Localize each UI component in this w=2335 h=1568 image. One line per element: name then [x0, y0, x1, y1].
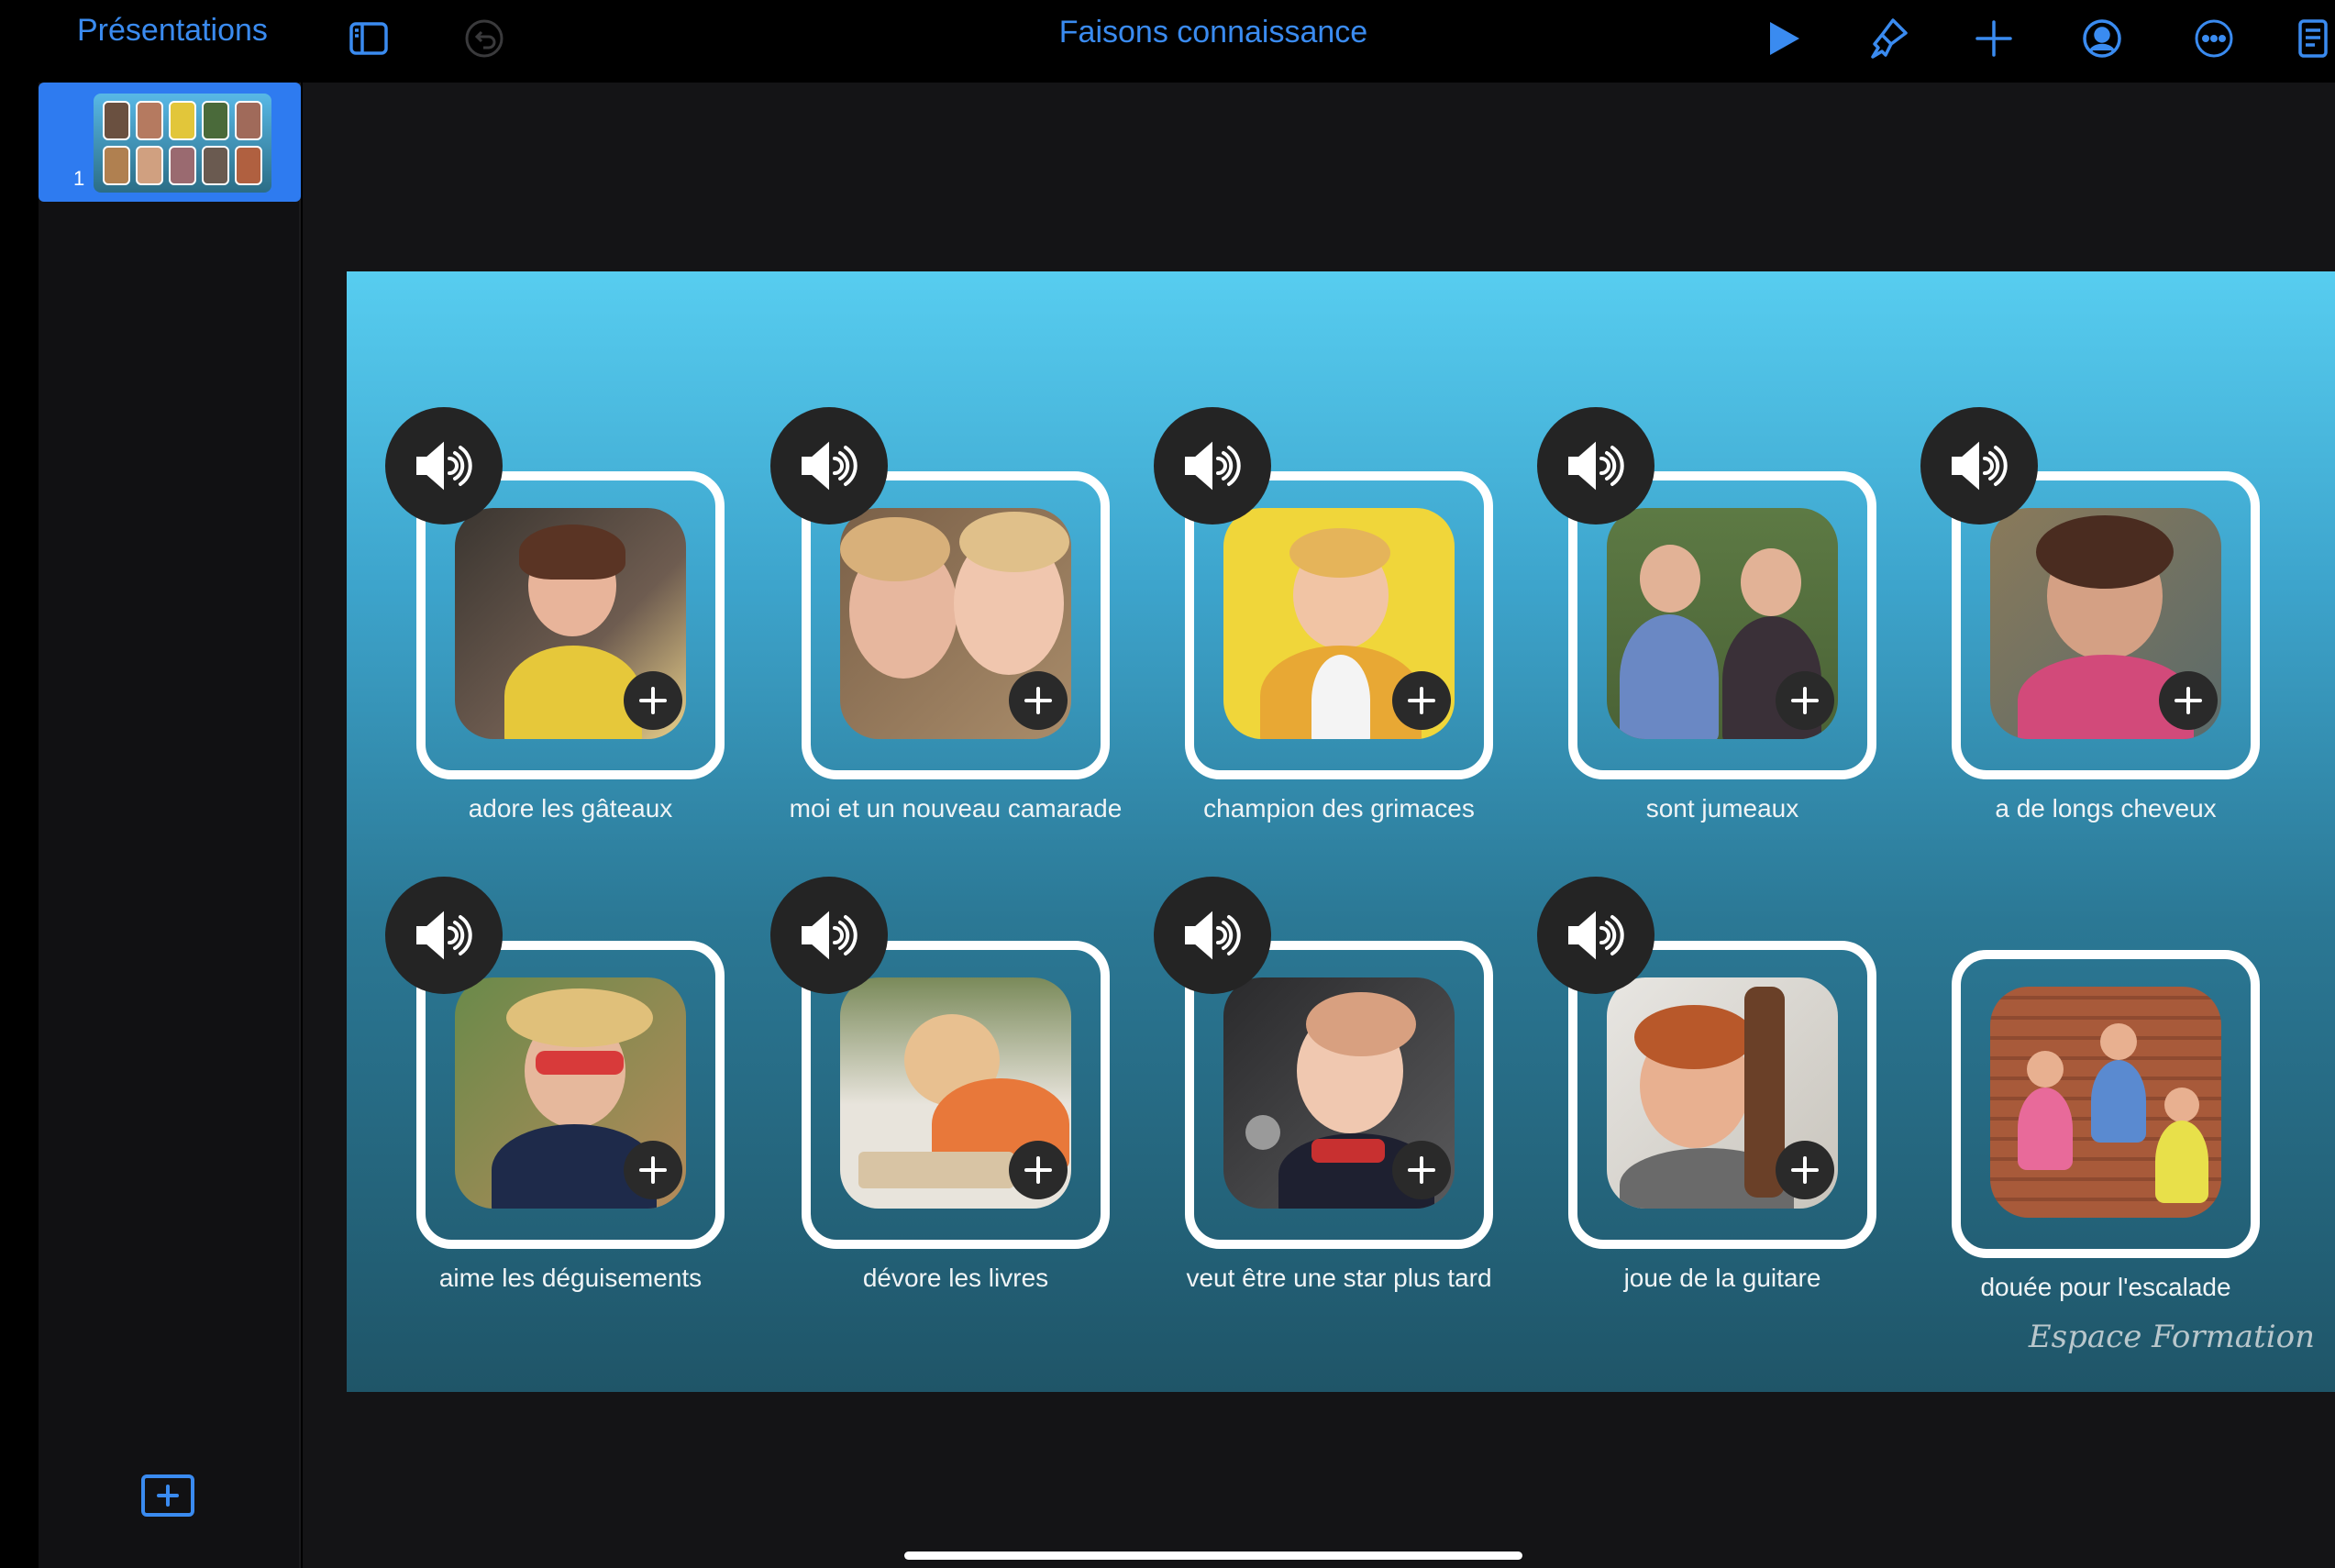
speaker-icon[interactable]: [770, 877, 888, 994]
slide-number: 1: [73, 167, 85, 190]
collaborate-icon[interactable]: [2075, 11, 2130, 66]
card-caption: joue de la guitare: [1623, 1264, 1821, 1292]
plus-icon[interactable]: [1776, 671, 1834, 730]
speaker-icon[interactable]: [1537, 877, 1654, 994]
speaker-icon[interactable]: [770, 407, 888, 525]
card-caption: champion des grimaces: [1203, 794, 1475, 823]
presenter-notes-icon[interactable]: [2287, 11, 2335, 66]
card-caption: moi et un nouveau camarade: [789, 794, 1123, 823]
more-icon[interactable]: [2186, 11, 2241, 66]
plus-icon[interactable]: [1009, 1141, 1068, 1199]
plus-icon[interactable]: [1966, 11, 2021, 66]
media-card[interactable]: adore les gâteaux: [385, 407, 725, 823]
slide-thumbnail-1[interactable]: 1: [39, 83, 301, 202]
card-caption: adore les gâteaux: [468, 794, 673, 823]
slide-thumbnail-preview: [94, 94, 271, 193]
plus-icon[interactable]: [2159, 671, 2218, 730]
speaker-icon[interactable]: [1920, 407, 2038, 525]
slide-navigator: 1: [39, 83, 301, 1568]
plus-icon[interactable]: [624, 671, 682, 730]
card-caption: douée pour l'escalade: [1980, 1273, 2231, 1301]
speaker-icon[interactable]: [385, 407, 503, 525]
media-card[interactable]: dévore les livres: [770, 877, 1110, 1292]
media-card[interactable]: aime les déguisements: [385, 877, 725, 1292]
brand-watermark: Espace Formation: [2028, 1319, 2315, 1355]
brush-icon[interactable]: [1860, 11, 1915, 66]
media-card[interactable]: champion des grimaces: [1154, 407, 1493, 823]
toolbar: Présentations Faisons connaissance: [0, 0, 2335, 81]
home-indicator[interactable]: [904, 1551, 1522, 1560]
plus-icon[interactable]: [1392, 1141, 1451, 1199]
plus-icon[interactable]: [624, 1141, 682, 1199]
media-card[interactable]: a de longs cheveux: [1920, 407, 2260, 823]
media-card[interactable]: douée pour l'escalade: [1952, 950, 2260, 1301]
plus-icon[interactable]: [1009, 671, 1068, 730]
plus-icon[interactable]: [1392, 671, 1451, 730]
card-caption: aime les déguisements: [438, 1264, 703, 1292]
speaker-icon[interactable]: [1154, 877, 1271, 994]
card-caption: dévore les livres: [862, 1264, 1049, 1292]
media-card[interactable]: moi et un nouveau camarade: [770, 407, 1122, 823]
slide[interactable]: adore les gâteaux moi et un nouveau cama…: [347, 271, 2335, 1392]
media-card[interactable]: joue de la guitare: [1537, 877, 1876, 1292]
add-slide-button[interactable]: [141, 1474, 194, 1517]
add-slide-icon: [157, 1485, 179, 1507]
media-card[interactable]: sont jumeaux: [1537, 407, 1876, 823]
card-caption: sont jumeaux: [1645, 794, 1799, 823]
card-caption: a de longs cheveux: [1995, 794, 2217, 823]
card-photo[interactable]: [1990, 987, 2221, 1218]
speaker-icon[interactable]: [385, 877, 503, 994]
plus-icon[interactable]: [1776, 1141, 1834, 1199]
speaker-icon[interactable]: [1537, 407, 1654, 525]
card-caption: veut être une star plus tard: [1186, 1264, 1492, 1292]
speaker-icon[interactable]: [1154, 407, 1271, 525]
media-card[interactable]: veut être une star plus tard: [1154, 877, 1493, 1292]
play-icon[interactable]: [1755, 11, 1810, 66]
